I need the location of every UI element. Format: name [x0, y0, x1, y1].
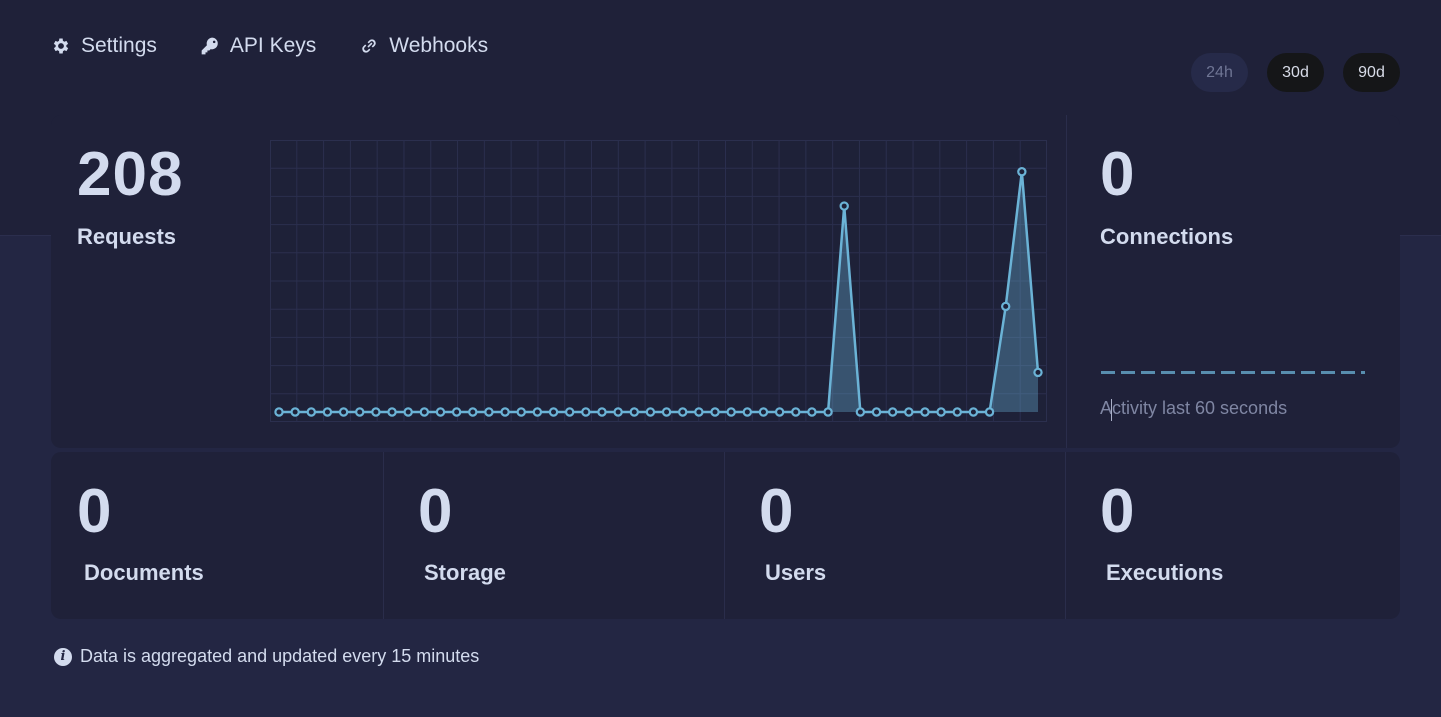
data-point[interactable]: [613, 407, 623, 417]
data-point[interactable]: [758, 407, 769, 417]
requests-chart: [270, 140, 1047, 422]
executions-count: 0: [1100, 477, 1136, 546]
data-point[interactable]: [774, 407, 785, 417]
stats-divider: [724, 452, 725, 619]
storage-count: 0: [418, 477, 454, 546]
data-point[interactable]: [694, 407, 704, 417]
key-icon: [201, 37, 218, 55]
nav-api-keys-label: API Keys: [229, 34, 317, 57]
link-icon: [362, 39, 377, 53]
data-point[interactable]: [887, 407, 898, 417]
data-point[interactable]: [742, 407, 753, 417]
period-24h-button[interactable]: 24h: [1191, 53, 1248, 92]
connections-count: 0: [1100, 140, 1136, 209]
data-point[interactable]: [968, 407, 979, 417]
data-point[interactable]: [274, 407, 284, 417]
data-point[interactable]: [516, 407, 526, 417]
data-point[interactable]: [823, 407, 833, 417]
activity-sparkline: [1101, 371, 1365, 374]
text-cursor: [1111, 399, 1112, 421]
users-label: Users: [765, 560, 827, 585]
info-icon: i: [54, 647, 72, 666]
documents-count: 0: [77, 477, 113, 546]
requests-card: 208 Requests 0 Connections Activity last…: [51, 115, 1400, 448]
nav-webhooks[interactable]: Webhooks: [359, 34, 488, 58]
activity-label: Activity last 60 seconds: [1100, 398, 1288, 418]
data-point[interactable]: [1001, 301, 1011, 312]
data-point[interactable]: [597, 407, 607, 417]
data-point[interactable]: [791, 407, 801, 417]
data-point[interactable]: [451, 407, 462, 417]
nav-settings[interactable]: Settings: [51, 34, 157, 58]
data-point[interactable]: [355, 407, 365, 417]
data-point[interactable]: [548, 407, 559, 417]
data-point[interactable]: [936, 407, 946, 417]
nav-webhooks-label: Webhooks: [389, 34, 489, 57]
data-point[interactable]: [904, 407, 914, 417]
data-point[interactable]: [338, 407, 349, 417]
data-point[interactable]: [435, 407, 446, 417]
users-count: 0: [759, 477, 795, 546]
card-divider: [1066, 115, 1067, 448]
documents-label: Documents: [84, 560, 204, 585]
data-point[interactable]: [484, 407, 494, 417]
nav-settings-label: Settings: [81, 34, 157, 57]
data-point[interactable]: [306, 407, 316, 417]
data-point[interactable]: [532, 407, 543, 417]
executions-label: Executions: [1106, 560, 1224, 585]
data-point[interactable]: [1033, 367, 1043, 378]
data-point[interactable]: [403, 407, 413, 417]
nav-api-keys[interactable]: API Keys: [200, 34, 316, 58]
stats-divider: [383, 452, 384, 619]
period-90d-button[interactable]: 90d: [1343, 53, 1400, 92]
footer-note: i Data is aggregated and updated every 1…: [54, 646, 479, 667]
data-point[interactable]: [855, 407, 866, 417]
data-point[interactable]: [387, 407, 397, 417]
requests-count: 208: [77, 140, 184, 209]
data-point[interactable]: [661, 407, 672, 417]
data-point[interactable]: [920, 407, 930, 417]
top-nav: Settings API Keys Webhooks: [51, 34, 531, 58]
data-point[interactable]: [807, 407, 817, 417]
requests-label: Requests: [77, 224, 177, 249]
data-point[interactable]: [710, 407, 720, 417]
data-point[interactable]: [500, 407, 510, 417]
data-point[interactable]: [371, 407, 381, 417]
data-point[interactable]: [726, 407, 736, 417]
data-point[interactable]: [839, 201, 849, 211]
storage-label: Storage: [424, 560, 506, 585]
data-point[interactable]: [871, 407, 882, 417]
data-point[interactable]: [468, 407, 478, 417]
period-30d-button[interactable]: 30d: [1267, 53, 1324, 92]
footer-text: Data is aggregated and updated every 15 …: [80, 646, 480, 666]
data-point[interactable]: [322, 407, 333, 417]
data-point[interactable]: [564, 407, 575, 417]
data-point[interactable]: [629, 407, 639, 417]
data-point[interactable]: [290, 407, 300, 417]
data-point[interactable]: [645, 407, 656, 417]
data-point[interactable]: [581, 407, 591, 417]
data-point[interactable]: [952, 407, 962, 417]
data-point[interactable]: [678, 407, 688, 417]
stats-divider: [1065, 452, 1066, 619]
data-point[interactable]: [419, 407, 430, 417]
stats-card: 0 Documents 0 Storage 0 Users 0 Executio…: [51, 452, 1400, 619]
period-toggle: 24h 30d 90d: [1191, 53, 1400, 92]
data-point[interactable]: [984, 407, 995, 417]
connections-label: Connections: [1100, 224, 1234, 249]
gear-icon: [53, 38, 69, 54]
data-point[interactable]: [1017, 167, 1027, 177]
